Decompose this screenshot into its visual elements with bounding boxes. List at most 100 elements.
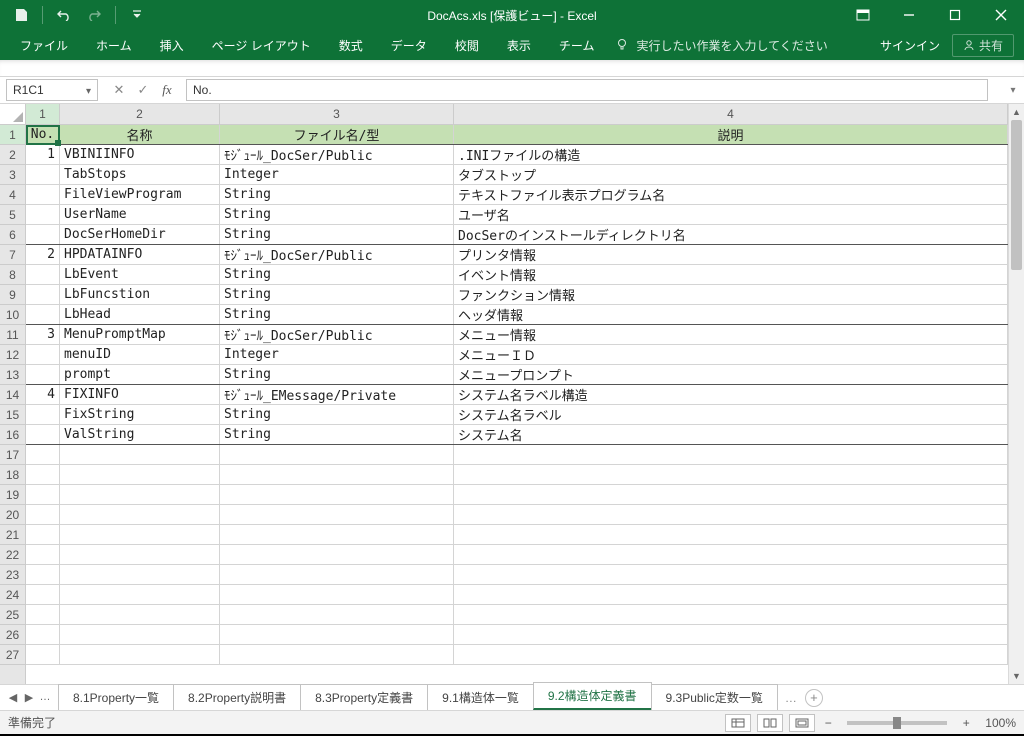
row-header[interactable]: 21 bbox=[0, 525, 25, 545]
cell[interactable] bbox=[60, 465, 220, 484]
cell[interactable] bbox=[26, 265, 60, 284]
cell[interactable] bbox=[220, 485, 454, 504]
row-header[interactable]: 26 bbox=[0, 625, 25, 645]
tab-home[interactable]: ホーム bbox=[82, 30, 146, 60]
row-header[interactable]: 23 bbox=[0, 565, 25, 585]
tab-view[interactable]: 表示 bbox=[493, 30, 545, 60]
cell[interactable]: FileViewProgram bbox=[60, 185, 220, 204]
column-header[interactable]: 2 bbox=[60, 104, 220, 124]
sheet-nav-prev[interactable]: ◀ bbox=[6, 691, 20, 704]
cell[interactable] bbox=[454, 445, 1008, 464]
ribbon-display-options-button[interactable] bbox=[840, 0, 886, 30]
cell[interactable] bbox=[26, 185, 60, 204]
row-header[interactable]: 11 bbox=[0, 325, 25, 345]
tab-team[interactable]: チーム bbox=[545, 30, 609, 60]
cell[interactable] bbox=[26, 645, 60, 664]
cell[interactable]: HPDATAINFO bbox=[60, 245, 220, 264]
maximize-button[interactable] bbox=[932, 0, 978, 30]
cell[interactable] bbox=[60, 585, 220, 604]
cell[interactable]: メニュープロンプト bbox=[454, 365, 1008, 384]
tell-me-search[interactable]: 実行したい作業を入力してください bbox=[616, 37, 827, 54]
cell[interactable]: Integer bbox=[220, 165, 454, 184]
sheet-tab[interactable]: 9.2構造体定義書 bbox=[533, 682, 652, 710]
cell[interactable]: String bbox=[220, 265, 454, 284]
cell[interactable]: DocSerHomeDir bbox=[60, 225, 220, 244]
close-button[interactable] bbox=[978, 0, 1024, 30]
view-normal-button[interactable] bbox=[725, 714, 751, 732]
cell[interactable] bbox=[26, 225, 60, 244]
cell[interactable]: String bbox=[220, 185, 454, 204]
cell[interactable] bbox=[454, 605, 1008, 624]
cell[interactable]: Integer bbox=[220, 345, 454, 364]
row-header[interactable]: 17 bbox=[0, 445, 25, 465]
row-header[interactable]: 9 bbox=[0, 285, 25, 305]
cell[interactable] bbox=[26, 405, 60, 424]
cell[interactable] bbox=[60, 605, 220, 624]
cell[interactable] bbox=[60, 565, 220, 584]
cell[interactable]: LbEvent bbox=[60, 265, 220, 284]
scroll-up-button[interactable]: ▲ bbox=[1009, 104, 1024, 120]
name-box[interactable]: R1C1 bbox=[6, 79, 98, 101]
row-header[interactable]: 27 bbox=[0, 645, 25, 665]
header-cell-name[interactable]: 名称 bbox=[60, 125, 220, 144]
formula-input[interactable]: No. bbox=[186, 79, 988, 101]
cell[interactable]: ValString bbox=[60, 425, 220, 444]
cell[interactable]: ﾓｼﾞｭｰﾙ_DocSer/Public bbox=[220, 245, 454, 264]
cell[interactable]: .INIファイルの構造 bbox=[454, 145, 1008, 164]
cell[interactable]: menuID bbox=[60, 345, 220, 364]
cancel-formula-button[interactable]: ✕ bbox=[108, 79, 130, 101]
cell[interactable] bbox=[220, 505, 454, 524]
cell[interactable]: ヘッダ情報 bbox=[454, 305, 1008, 324]
cell[interactable] bbox=[26, 605, 60, 624]
cell[interactable] bbox=[26, 545, 60, 564]
cell[interactable]: 2 bbox=[26, 245, 60, 264]
cell[interactable] bbox=[26, 285, 60, 304]
cell[interactable]: ユーザ名 bbox=[454, 205, 1008, 224]
header-cell-desc[interactable]: 説明 bbox=[454, 125, 1008, 144]
cell[interactable]: prompt bbox=[60, 365, 220, 384]
row-header[interactable]: 18 bbox=[0, 465, 25, 485]
cell[interactable] bbox=[26, 465, 60, 484]
sheet-tab[interactable]: 9.3Public定数一覧 bbox=[651, 684, 778, 710]
header-cell-no[interactable]: No. bbox=[26, 125, 60, 144]
row-header[interactable]: 6 bbox=[0, 225, 25, 245]
cell[interactable]: TabStops bbox=[60, 165, 220, 184]
row-header[interactable]: 16 bbox=[0, 425, 25, 445]
row-header[interactable]: 12 bbox=[0, 345, 25, 365]
row-header[interactable]: 15 bbox=[0, 405, 25, 425]
cell[interactable] bbox=[26, 205, 60, 224]
column-header[interactable]: 4 bbox=[454, 104, 1008, 124]
cell[interactable]: システム名ラベル構造 bbox=[454, 385, 1008, 404]
cell[interactable]: LbFuncstion bbox=[60, 285, 220, 304]
cell[interactable] bbox=[60, 525, 220, 544]
row-header[interactable]: 22 bbox=[0, 545, 25, 565]
cell[interactable]: String bbox=[220, 205, 454, 224]
cell[interactable]: テキストファイル表示プログラム名 bbox=[454, 185, 1008, 204]
cell[interactable] bbox=[220, 525, 454, 544]
redo-button[interactable] bbox=[81, 3, 107, 27]
cell[interactable]: メニュー情報 bbox=[454, 325, 1008, 344]
cell[interactable]: String bbox=[220, 425, 454, 444]
cell[interactable] bbox=[220, 465, 454, 484]
cell[interactable]: システム名 bbox=[454, 425, 1008, 444]
cell[interactable] bbox=[454, 545, 1008, 564]
column-header[interactable]: 1 bbox=[26, 104, 60, 124]
cell[interactable] bbox=[26, 525, 60, 544]
vertical-scrollbar[interactable]: ▲ ▼ bbox=[1008, 104, 1024, 684]
undo-button[interactable] bbox=[51, 3, 77, 27]
enter-formula-button[interactable]: ✓ bbox=[132, 79, 154, 101]
share-button[interactable]: 共有 bbox=[952, 34, 1014, 57]
zoom-slider[interactable] bbox=[847, 721, 947, 725]
scrollbar-thumb[interactable] bbox=[1011, 120, 1022, 270]
cell[interactable]: ﾓｼﾞｭｰﾙ_EMessage/Private bbox=[220, 385, 454, 404]
sheet-nav-more[interactable]: … bbox=[38, 691, 52, 704]
row-header[interactable]: 25 bbox=[0, 605, 25, 625]
row-header[interactable]: 24 bbox=[0, 585, 25, 605]
zoom-out-button[interactable]: − bbox=[821, 716, 835, 730]
new-sheet-button[interactable]: + bbox=[805, 689, 823, 707]
cell[interactable] bbox=[60, 485, 220, 504]
tab-data[interactable]: データ bbox=[377, 30, 441, 60]
cell[interactable] bbox=[26, 165, 60, 184]
cell[interactable] bbox=[60, 545, 220, 564]
zoom-in-button[interactable]: + bbox=[959, 716, 973, 730]
